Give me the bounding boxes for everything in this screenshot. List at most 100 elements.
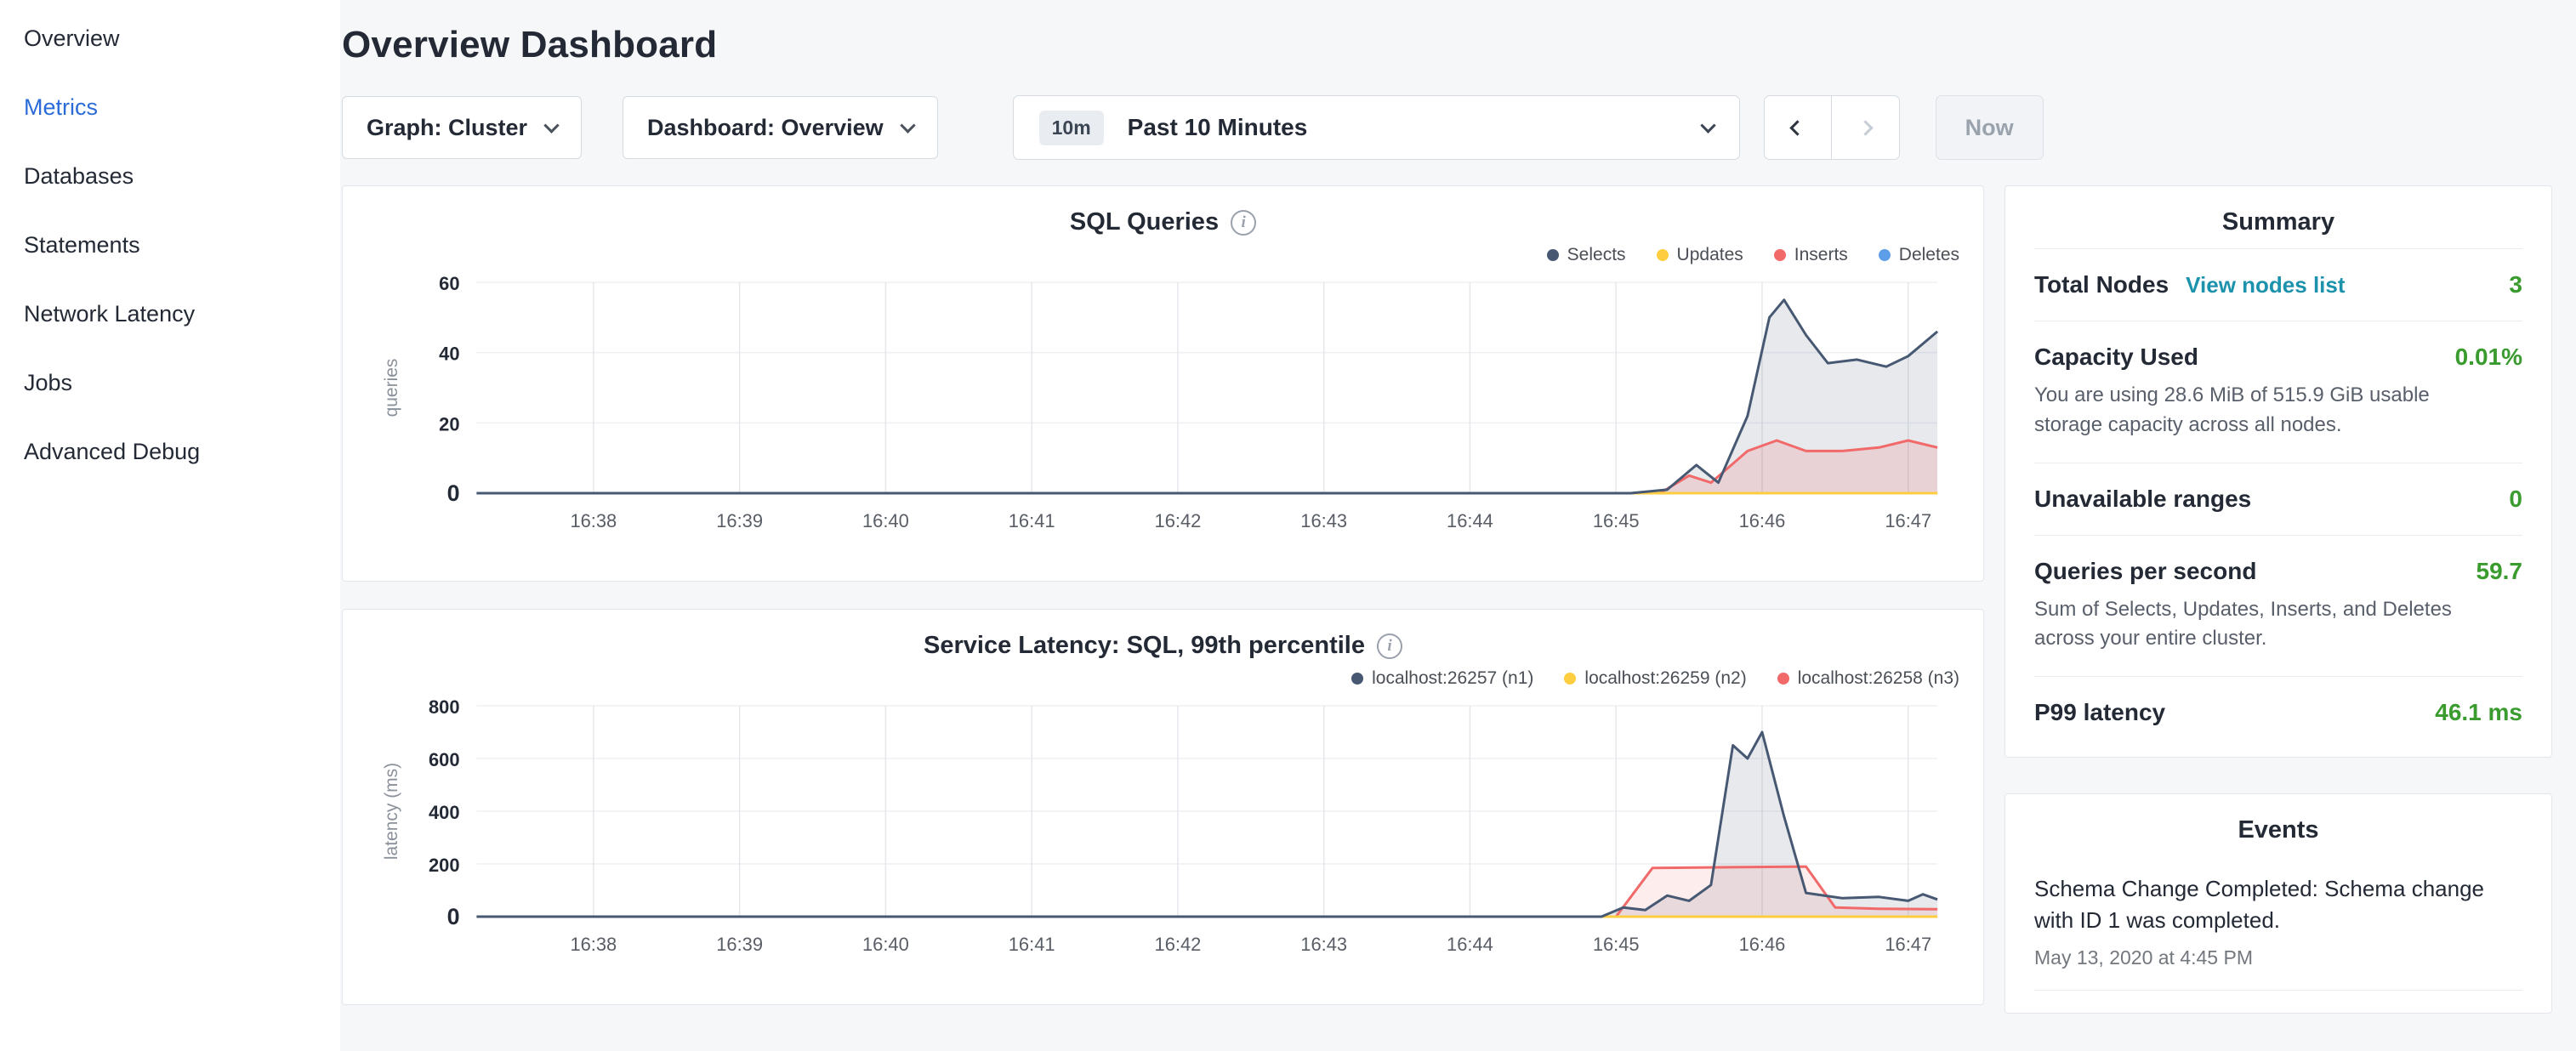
page-title: Overview Dashboard — [342, 24, 2552, 66]
legend-item[interactable]: Selects — [1547, 243, 1626, 267]
svg-text:400: 400 — [429, 802, 460, 823]
chevron-down-icon — [1700, 117, 1715, 133]
dashboard-body: SQL Queries i SelectsUpdatesInsertsDelet… — [342, 185, 2552, 1014]
legend-dot-icon — [1547, 249, 1559, 261]
summary-rows: Total Nodes View nodes list 3 Capacity Used… — [2034, 248, 2522, 748]
chart-legend: localhost:26257 (n1) localhost:26259 (n2)… — [367, 667, 1959, 690]
main-content: Overview Dashboard Graph: Cluster Dashbo… — [340, 0, 2576, 1051]
svg-text:queries: queries — [382, 359, 401, 418]
legend-item[interactable]: Deletes — [1879, 243, 1959, 267]
sql-queries-chart: 020406016:3816:3916:4016:4116:4216:4316:… — [367, 269, 1959, 549]
legend-item[interactable]: localhost:26257 (n1) — [1351, 667, 1533, 690]
charts-column: SQL Queries i SelectsUpdatesInsertsDelet… — [342, 185, 1984, 1005]
dashboard-dropdown[interactable]: Dashboard: Overview — [623, 96, 938, 159]
summary-label: Capacity Used — [2034, 344, 2198, 371]
svg-text:60: 60 — [439, 273, 459, 294]
svg-text:16:45: 16:45 — [1593, 510, 1640, 531]
summary-link[interactable]: View nodes list — [2186, 272, 2345, 298]
chevron-down-icon — [543, 117, 559, 133]
legend-label: localhost:26257 (n1) — [1372, 668, 1533, 689]
legend-label: localhost:26259 (n2) — [1584, 668, 1746, 689]
svg-text:latency (ms): latency (ms) — [382, 763, 401, 860]
chevron-right-icon — [1857, 120, 1873, 135]
legend-item[interactable]: Updates — [1657, 243, 1743, 267]
svg-text:16:42: 16:42 — [1155, 934, 1202, 955]
toolbar: Graph: Cluster Dashboard: Overview 10m P… — [342, 95, 2552, 160]
legend-dot-icon — [1351, 673, 1363, 685]
summary-value: 0 — [2509, 486, 2522, 513]
summary-row: Unavailable ranges0 — [2034, 463, 2522, 535]
svg-text:16:39: 16:39 — [716, 934, 763, 955]
legend-label: localhost:26258 (n3) — [1798, 668, 1959, 689]
service-latency-chart-card: Service Latency: SQL, 99th percentile i … — [342, 609, 1984, 1005]
now-button[interactable]: Now — [1936, 95, 2044, 160]
svg-text:0: 0 — [447, 904, 460, 929]
legend-dot-icon — [1879, 249, 1891, 261]
chevron-left-icon — [1789, 120, 1805, 135]
sidebar-item-metrics[interactable]: Metrics — [24, 94, 340, 121]
event-timestamp: May 13, 2020 at 4:45 PM — [2034, 946, 2522, 969]
event-text: Schema Change Completed: Schema change w… — [2034, 873, 2522, 936]
legend-item[interactable]: Inserts — [1774, 243, 1848, 267]
summary-panel: Summary Total NodesView nodes list3Capac… — [2005, 185, 2552, 758]
sidebar-item-overview[interactable]: Overview — [24, 26, 340, 52]
summary-row: Capacity Used0.01%You are using 28.6 MiB… — [2034, 321, 2522, 463]
summary-value: 46.1 ms — [2435, 699, 2522, 726]
svg-text:16:44: 16:44 — [1447, 934, 1493, 955]
svg-text:20: 20 — [439, 413, 459, 435]
svg-text:16:38: 16:38 — [570, 934, 617, 955]
service-latency-chart: 020040060080016:3816:3916:4016:4116:4216… — [367, 692, 1959, 973]
summary-row-main: P99 latency46.1 ms — [2034, 699, 2522, 726]
time-range-dropdown[interactable]: 10m Past 10 Minutes — [1013, 95, 1740, 160]
sidebar-item-databases[interactable]: Databases — [24, 163, 340, 190]
summary-label: Total Nodes — [2034, 271, 2169, 298]
chart-title: Service Latency: SQL, 99th percentile — [924, 632, 1365, 660]
legend-dot-icon — [1777, 673, 1789, 685]
svg-text:16:42: 16:42 — [1155, 510, 1202, 531]
legend-dot-icon — [1657, 249, 1669, 261]
summary-label: Queries per second — [2034, 558, 2256, 585]
svg-text:40: 40 — [439, 344, 459, 365]
time-step-back-button[interactable] — [1764, 95, 1832, 160]
legend-item[interactable]: localhost:26258 (n3) — [1777, 667, 1959, 690]
app-root: Overview Metrics Databases Statements Networ… — [0, 0, 2576, 1051]
chart-legend: Selects Updates Inserts Deletes — [367, 243, 1959, 267]
summary-row: Total Nodes View nodes list 3 — [2034, 248, 2522, 321]
legend-dot-icon — [1774, 249, 1786, 261]
dashboard-label: Dashboard: Overview — [647, 115, 884, 141]
svg-text:16:47: 16:47 — [1885, 510, 1931, 531]
svg-text:16:45: 16:45 — [1593, 934, 1640, 955]
time-step-buttons — [1764, 95, 1900, 160]
sidebar-item-jobs[interactable]: Jobs — [24, 370, 340, 396]
svg-text:16:38: 16:38 — [570, 510, 617, 531]
svg-text:16:43: 16:43 — [1300, 934, 1347, 955]
sidebar-item-statements[interactable]: Statements — [24, 232, 340, 258]
events-panel: Events Schema Change Completed: Schema c… — [2005, 793, 2552, 1014]
svg-text:16:39: 16:39 — [716, 510, 763, 531]
svg-text:16:43: 16:43 — [1300, 510, 1347, 531]
time-step-forward-button[interactable] — [1832, 95, 1900, 160]
graph-scope-dropdown[interactable]: Graph: Cluster — [342, 96, 582, 159]
sidebar-item-advanced-debug[interactable]: Advanced Debug — [24, 439, 340, 465]
sidebar-item-network-latency[interactable]: Network Latency — [24, 301, 340, 327]
legend-dot-icon — [1564, 673, 1576, 685]
sql-queries-chart-card: SQL Queries i SelectsUpdatesInsertsDelet… — [342, 185, 1984, 582]
svg-text:200: 200 — [429, 855, 460, 876]
sidebar-nav: Overview Metrics Databases Statements Networ… — [0, 0, 340, 1051]
legend-label: Updates — [1677, 245, 1743, 265]
svg-text:16:41: 16:41 — [1009, 934, 1055, 955]
svg-text:16:46: 16:46 — [1739, 510, 1786, 531]
info-icon[interactable]: i — [1231, 210, 1256, 236]
legend-item[interactable]: localhost:26259 (n2) — [1564, 667, 1746, 690]
info-icon[interactable]: i — [1377, 633, 1402, 659]
legend-label: Selects — [1567, 245, 1626, 265]
summary-value: 3 — [2509, 271, 2522, 298]
right-column: Summary Total NodesView nodes list3Capac… — [2005, 185, 2552, 1014]
summary-value: 59.7 — [2476, 558, 2523, 585]
legend-label: Inserts — [1794, 245, 1848, 265]
events-title: Events — [2034, 816, 2522, 856]
summary-row-main: Queries per second 59.7 — [2034, 558, 2522, 585]
chart-header: Service Latency: SQL, 99th percentile i — [367, 632, 1959, 660]
svg-text:600: 600 — [429, 749, 460, 770]
graph-scope-label: Graph: Cluster — [367, 115, 527, 141]
